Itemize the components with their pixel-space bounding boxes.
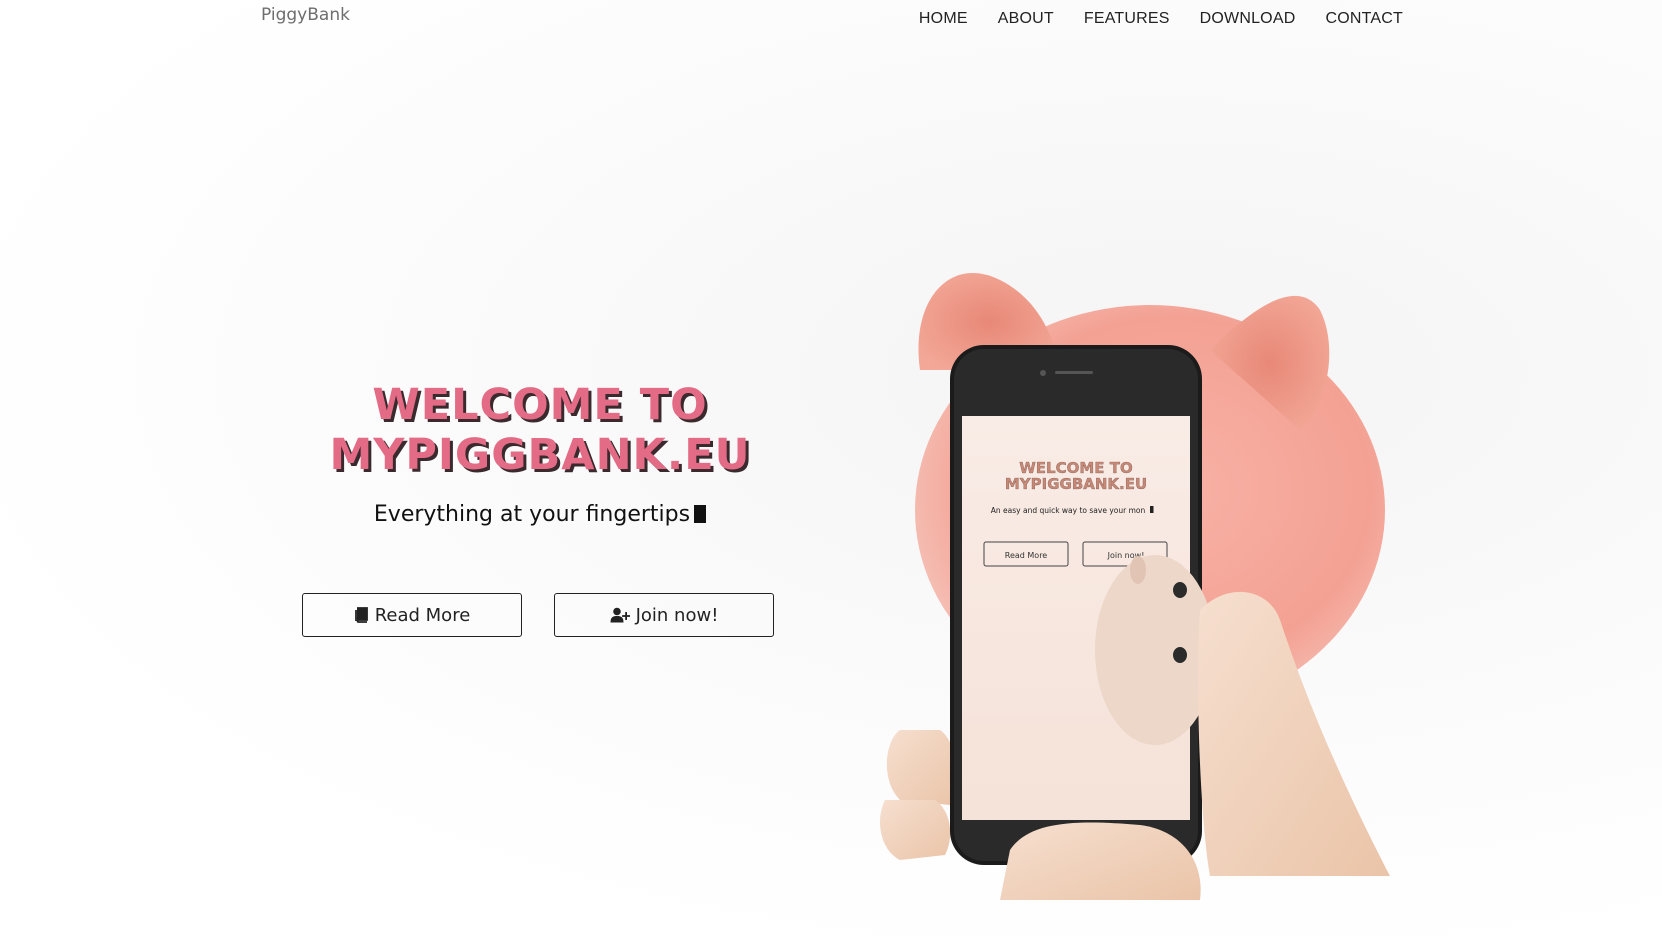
hero-title: WELCOME TO MYPIGGBANK.EU bbox=[290, 380, 790, 480]
join-now-label: Join now! bbox=[635, 604, 719, 626]
piggy-phone-illustration: WELCOME TO MYPIGGBANK.EU An easy and qui… bbox=[880, 273, 1390, 900]
nav-download[interactable]: DOWNLOAD bbox=[1200, 10, 1296, 28]
hero-title-line2: MYPIGGBANK.EU bbox=[329, 430, 751, 480]
hero-subtitle-text: Everything at your fingertips bbox=[373, 502, 691, 527]
phone-subtitle: An easy and quick way to save your mon bbox=[991, 506, 1146, 515]
hero-illustration: WELCOME TO MYPIGGBANK.EU An easy and qui… bbox=[880, 260, 1420, 936]
hero-title-line1: WELCOME TO bbox=[372, 380, 708, 430]
nav-about[interactable]: ABOUT bbox=[998, 10, 1054, 28]
nav-home[interactable]: HOME bbox=[919, 10, 968, 28]
user-plus-icon bbox=[610, 607, 630, 623]
navbar: PiggyBank HOME ABOUT FEATURES DOWNLOAD C… bbox=[0, 0, 1662, 40]
phone-title-line2: MYPIGGBANK.EU bbox=[1005, 475, 1147, 493]
hand-fingers-left bbox=[886, 730, 958, 805]
main-nav: HOME ABOUT FEATURES DOWNLOAD CONTACT bbox=[919, 10, 1403, 28]
brand-logo-link[interactable]: PiggyBank bbox=[261, 5, 350, 25]
book-icon bbox=[354, 607, 369, 623]
page: PiggyBank HOME ABOUT FEATURES DOWNLOAD C… bbox=[0, 0, 1662, 936]
hero-text: WELCOME TO MYPIGGBANK.EU Everything at y… bbox=[290, 380, 790, 527]
join-now-button[interactable]: Join now! bbox=[554, 593, 774, 637]
nav-contact[interactable]: CONTACT bbox=[1325, 10, 1403, 28]
phone-read-more-label: Read More bbox=[1005, 551, 1048, 560]
hero-subtitle: Everything at your fingertips bbox=[290, 502, 790, 527]
nav-features[interactable]: FEATURES bbox=[1084, 10, 1170, 28]
read-more-label: Read More bbox=[374, 604, 471, 626]
phone-small-piggy bbox=[1095, 555, 1215, 745]
read-more-button[interactable]: Read More bbox=[302, 593, 522, 637]
typing-cursor-icon bbox=[694, 505, 707, 523]
